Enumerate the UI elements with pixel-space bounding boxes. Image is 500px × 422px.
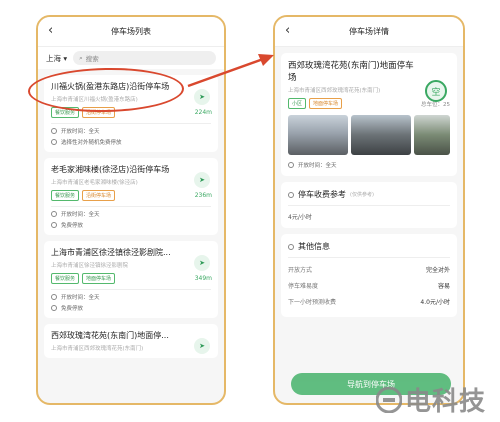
info-row: 下一小时预测收费 4.0元/小时 [288, 299, 450, 306]
info-icon [51, 222, 57, 228]
clock-icon [51, 211, 57, 217]
distance: 236m [194, 192, 212, 199]
parking-photo[interactable] [351, 115, 411, 155]
fee-section: 停车收费参考 (仅供参考) 4元/小时 [281, 182, 457, 228]
info-row: 开放方式 完全对外 [288, 267, 450, 274]
photo-strip[interactable] [288, 115, 450, 155]
fee-title: 停车收费参考 [298, 190, 346, 199]
info-icon [51, 305, 57, 311]
card-address: 上海市青浦区老毛家湘味楼(徐泾店) [51, 180, 138, 186]
parking-photo[interactable] [414, 115, 450, 155]
fee-note: (仅供参考) [350, 192, 374, 198]
left-title: 停车场列表 [111, 27, 151, 36]
search-icon: ⌕ [79, 53, 83, 62]
navigate-icon[interactable]: ➤ [194, 255, 210, 271]
card-address: 上海市青浦区徐泾镇徐泾影剧院 [51, 263, 129, 269]
list-item[interactable]: 老毛家湘味楼(徐泾店)沿街停车场 上海市青浦区老毛家湘味楼(徐泾店) 餐饮服务 … [44, 158, 218, 235]
card-title: 上海市青浦区徐泾镇徐泾影剧院... [51, 248, 171, 257]
back-icon[interactable]: ‹ [48, 23, 53, 38]
search-input[interactable]: ⌕ 搜索 [73, 51, 216, 65]
navigate-icon[interactable]: ➤ [194, 89, 210, 105]
tag: 地面停车场 [309, 98, 343, 109]
navigate-icon[interactable]: ➤ [194, 172, 210, 188]
info-row: 免费停放 [51, 221, 211, 229]
fee-value: 4元/小时 [288, 214, 312, 221]
info-row: 免费停放 [51, 304, 211, 312]
open-time: 开放时间：全天 [288, 161, 450, 169]
card-title: 老毛家湘味楼(徐泾店)沿街停车场 [51, 165, 170, 174]
info-row: 停车难易度 容易 [288, 283, 450, 290]
availability-badge: 空 [425, 80, 447, 102]
city-selector[interactable]: 上海 ▾ [46, 53, 67, 64]
list-item[interactable]: 西郊玫瑰湾花苑(东南门)地面停... 上海市青浦区西郊玫瑰湾花苑(东南门) ➤ [44, 324, 218, 358]
tag: 沿街停车场 [82, 190, 116, 201]
parking-photo[interactable] [288, 115, 348, 155]
search-row: 上海 ▾ ⌕ 搜索 [38, 47, 224, 69]
right-title: 停车场详情 [349, 27, 389, 36]
distance: 349m [194, 275, 212, 282]
info-row: 开放时间：全天 [51, 210, 211, 218]
parking-detail-screen: ‹ 停车场详情 西郊玫瑰湾花苑(东南门)地面停车场 上海市青浦区西郊玫瑰湾花苑(… [273, 15, 465, 405]
other-title: 其他信息 [298, 242, 330, 251]
tag: 餐饮服务 [51, 273, 80, 284]
watermark-logo: 电科技 [375, 381, 486, 418]
tag: 小区 [288, 98, 307, 109]
right-header: ‹ 停车场详情 [275, 17, 463, 47]
clock-icon [288, 162, 294, 168]
tag: 餐饮服务 [51, 190, 80, 201]
info-row: 开放时间：全天 [51, 127, 211, 135]
distance: 224m [194, 109, 212, 116]
clock-icon [51, 294, 57, 300]
detail-card: 西郊玫瑰湾花苑(东南门)地面停车场 上海市青浦区西郊玫瑰湾花苑(东南门) 小区 … [281, 53, 457, 176]
card-address: 上海市青浦区西郊玫瑰湾花苑(东南门) [51, 346, 144, 352]
navigate-icon[interactable]: ➤ [194, 338, 210, 354]
left-header: ‹ 停车场列表 [38, 17, 224, 47]
info-row: 开放时间：全天 [51, 293, 211, 301]
clock-icon [51, 128, 57, 134]
info-row: 选择性对外随机免费停放 [51, 138, 211, 146]
fee-icon [288, 191, 294, 198]
info-icon [51, 139, 57, 145]
list-item[interactable]: 上海市青浦区徐泾镇徐泾影剧院... 上海市青浦区徐泾镇徐泾影剧院 餐饮服务 地面… [44, 241, 218, 318]
parking-name: 西郊玫瑰湾花苑(东南门)地面停车场 [288, 61, 414, 83]
watermark-text: 电科技 [404, 387, 486, 417]
tag: 地面停车场 [82, 273, 116, 284]
back-icon[interactable]: ‹ [285, 23, 290, 38]
card-title: 西郊玫瑰湾花苑(东南门)地面停... [51, 331, 169, 340]
other-info-section: 其他信息 开放方式 完全对外 停车难易度 容易 下一小时预测收费 4.0元/小时 [281, 234, 457, 317]
watermark-icon [375, 386, 402, 413]
info-icon [288, 243, 294, 250]
